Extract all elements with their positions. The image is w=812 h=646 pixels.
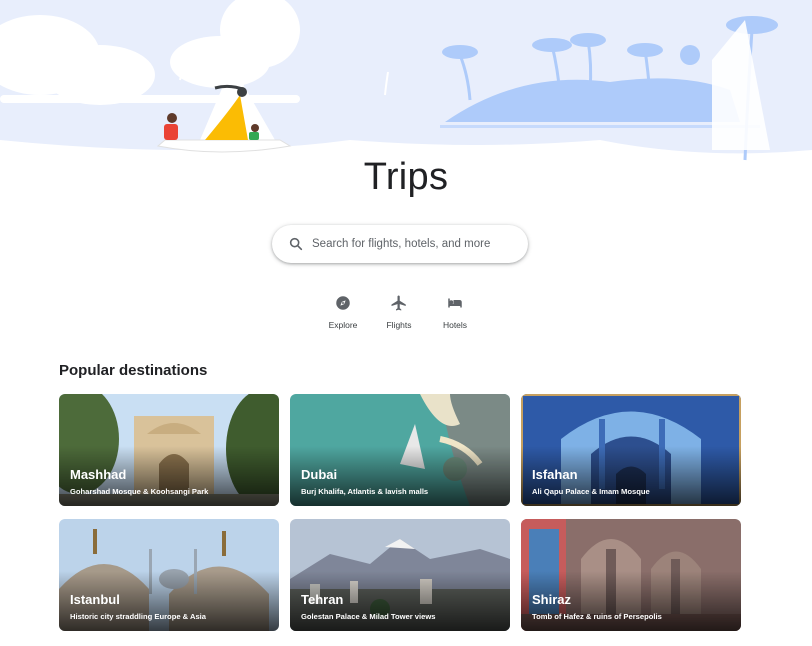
destination-description: Burj Khalifa, Atlantis & lavish malls: [301, 487, 429, 496]
nav-hotels[interactable]: Hotels: [430, 294, 480, 330]
bed-icon: [448, 298, 462, 308]
trip-nav: Explore Flights Hotels: [0, 294, 812, 334]
destination-name: Dubai: [301, 467, 338, 482]
section-title: Popular destinations: [59, 362, 208, 379]
destination-name: Shiraz: [532, 592, 572, 607]
destination-description: Goharshad Mosque & Koohsangi Park: [70, 487, 209, 496]
destination-card-isfahan[interactable]: Isfahan Ali Qapu Palace & Imam Mosque: [521, 394, 741, 506]
nav-hotels-label: Hotels: [442, 320, 468, 330]
nav-flights-label: Flights: [386, 320, 412, 330]
destination-name: Mashhad: [70, 467, 127, 482]
destination-description: Historic city straddling Europe & Asia: [70, 612, 207, 621]
destination-name: Tehran: [301, 592, 344, 607]
destination-name: Isfahan: [532, 467, 578, 482]
destination-card-mashhad[interactable]: Mashhad Goharshad Mosque & Koohsangi Par…: [59, 394, 279, 506]
nav-explore[interactable]: Explore: [318, 294, 368, 330]
destination-description: Tomb of Hafez & ruins of Persepolis: [532, 612, 662, 621]
search-box[interactable]: [272, 225, 528, 263]
destination-card-dubai[interactable]: Dubai Burj Khalifa, Atlantis & lavish ma…: [290, 394, 510, 506]
search-icon: [289, 237, 303, 251]
destination-card-shiraz[interactable]: Shiraz Tomb of Hafez & ruins of Persepol…: [521, 519, 741, 631]
destination-description: Ali Qapu Palace & Imam Mosque: [532, 487, 650, 496]
destination-name: Istanbul: [70, 592, 120, 607]
destination-card-istanbul[interactable]: Istanbul Historic city straddling Europe…: [59, 519, 279, 631]
airplane-icon: [391, 295, 406, 311]
nav-flights[interactable]: Flights: [374, 294, 424, 330]
page-title: Trips: [363, 156, 449, 198]
destination-card-tehran[interactable]: Tehran Golestan Palace & Milad Tower vie…: [290, 519, 510, 631]
search-input[interactable]: [312, 238, 522, 250]
nav-explore-label: Explore: [328, 320, 358, 330]
compass-icon: [336, 296, 350, 310]
destination-description: Golestan Palace & Milad Tower views: [301, 612, 436, 621]
